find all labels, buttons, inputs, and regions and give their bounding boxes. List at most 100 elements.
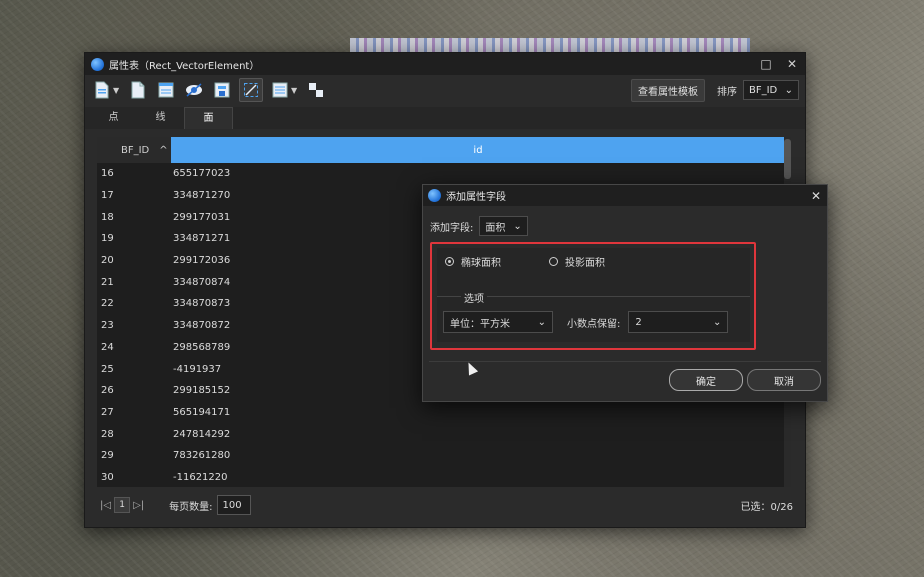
switch-button[interactable]: [305, 79, 327, 101]
scroll-thumb[interactable]: [784, 139, 791, 179]
cell-bf-id[interactable]: 17: [97, 190, 171, 201]
chevron-down-icon[interactable]: ▼: [291, 86, 299, 95]
cancel-button[interactable]: 取消: [747, 369, 821, 391]
add-field-label: 添加字段:: [430, 222, 474, 234]
table-icon: [158, 82, 174, 98]
cell-bf-id[interactable]: 25: [97, 364, 171, 375]
cell-bf-id[interactable]: 29: [97, 450, 171, 461]
view-template-button[interactable]: 查看属性模板: [631, 78, 705, 102]
cell-id[interactable]: 299172036: [171, 255, 230, 266]
field-type-value: 面积: [485, 222, 506, 234]
table-row[interactable]: 16 655177023: [97, 163, 785, 185]
decimal-select[interactable]: 2 ⌄: [628, 311, 729, 333]
table-row[interactable]: 29 783261280: [97, 445, 785, 467]
tab-point[interactable]: 点: [90, 107, 137, 129]
unit-value: 单位：平方米: [450, 318, 510, 330]
cell-id[interactable]: 334870874: [171, 277, 230, 288]
zoom-extent-icon: [244, 83, 258, 97]
sort-value: BF_ID: [749, 84, 778, 96]
table-row[interactable]: 27 565194171: [97, 402, 785, 424]
cell-id[interactable]: 783261280: [171, 450, 230, 461]
cell-id[interactable]: 334871270: [171, 190, 230, 201]
zoom-to-button[interactable]: [239, 78, 263, 102]
calculator-icon: [214, 82, 230, 98]
table-button[interactable]: [155, 79, 177, 101]
cell-bf-id[interactable]: 26: [97, 385, 171, 396]
per-page-label: 每页数量:: [169, 501, 213, 513]
cell-id[interactable]: 299185152: [171, 385, 230, 396]
options-title: 选项: [461, 290, 487, 305]
decimal-label: 小数点保留:: [567, 318, 621, 330]
close-icon[interactable]: ✕: [805, 189, 827, 203]
close-window-button[interactable]: ✕: [779, 53, 805, 75]
cell-bf-id[interactable]: 16: [97, 168, 171, 179]
select-button[interactable]: [269, 79, 291, 101]
cell-id[interactable]: 334871271: [171, 233, 230, 244]
cell-bf-id[interactable]: 27: [97, 407, 171, 418]
app-logo-icon: [91, 57, 104, 71]
sort-ascending-icon: ^: [159, 144, 168, 156]
app-logo-icon: [428, 189, 441, 202]
cell-bf-id[interactable]: 18: [97, 212, 171, 223]
chevron-down-icon: ⌄: [537, 316, 546, 328]
cell-bf-id[interactable]: 20: [97, 255, 171, 266]
pagination-footer: |◁ 1 ▷| 每页数量: 100 已选：0/26: [97, 493, 793, 517]
table-row[interactable]: 30 -11621220: [97, 467, 785, 487]
page-number[interactable]: 1: [114, 497, 131, 513]
cell-bf-id[interactable]: 28: [97, 429, 171, 440]
cell-id[interactable]: 299177031: [171, 212, 230, 223]
toolbar: ▼ ▼ 查看属性模板 排序 BF_ID ⌄: [85, 75, 805, 105]
add-field-button[interactable]: [91, 79, 113, 101]
cell-bf-id[interactable]: 23: [97, 320, 171, 331]
cell-id[interactable]: 334870872: [171, 320, 230, 331]
cell-bf-id[interactable]: 21: [97, 277, 171, 288]
last-page-icon[interactable]: ▷|: [133, 500, 144, 511]
cell-bf-id[interactable]: 22: [97, 298, 171, 309]
sort-select[interactable]: BF_ID ⌄: [743, 80, 799, 100]
visibility-button[interactable]: [183, 79, 205, 101]
divider: [429, 361, 821, 362]
dialog-title: 添加属性字段: [446, 192, 506, 203]
radio-projected[interactable]: [549, 257, 558, 266]
document-add-icon: [95, 81, 109, 99]
selected-count: 已选：0/26: [740, 501, 793, 513]
calculator-button[interactable]: [211, 79, 233, 101]
eye-icon: [186, 83, 202, 97]
tab-line[interactable]: 线: [137, 107, 184, 129]
tab-polygon[interactable]: 面: [184, 107, 233, 129]
window-titlebar[interactable]: 属性表（Rect_VectorElement） □ ✕: [85, 53, 805, 75]
column-header-bf-id[interactable]: BF_ID ^: [97, 137, 171, 163]
cell-id[interactable]: 565194171: [171, 407, 230, 418]
radio-ellipsoid[interactable]: [445, 257, 454, 266]
cell-id[interactable]: 655177023: [171, 168, 230, 179]
cell-bf-id[interactable]: 30: [97, 472, 171, 483]
field-type-select[interactable]: 面积 ⌄: [479, 216, 528, 236]
cell-id[interactable]: 334870873: [171, 298, 230, 309]
first-page-icon[interactable]: |◁: [100, 500, 111, 511]
window-title: 属性表（Rect_VectorElement）: [109, 60, 260, 72]
swap-icon: [309, 83, 323, 97]
cell-id[interactable]: -11621220: [171, 472, 228, 483]
cell-id[interactable]: 298568789: [171, 342, 230, 353]
options-group: 选项 单位：平方米 ⌄ 小数点保留: 2 ⌄: [437, 290, 750, 333]
radio-projected-label[interactable]: 投影面积: [565, 254, 605, 269]
chevron-down-icon: ⌄: [784, 84, 793, 96]
cell-bf-id[interactable]: 19: [97, 233, 171, 244]
table-row[interactable]: 28 247814292: [97, 423, 785, 445]
list-icon: [272, 82, 288, 98]
cell-id[interactable]: -4191937: [171, 364, 221, 375]
delete-field-button[interactable]: [127, 79, 149, 101]
unit-select[interactable]: 单位：平方米 ⌄: [443, 311, 553, 333]
ok-button[interactable]: 确定: [669, 369, 743, 391]
dialog-titlebar[interactable]: 添加属性字段 ✕: [423, 185, 827, 206]
chevron-down-icon[interactable]: ▼: [113, 86, 121, 95]
map-urban-area: [350, 38, 750, 52]
radio-ellipsoid-label[interactable]: 椭球面积: [461, 254, 501, 269]
column-header-id[interactable]: id: [171, 137, 785, 163]
maximize-button[interactable]: □: [753, 53, 779, 75]
per-page-input[interactable]: 100: [216, 495, 251, 515]
add-field-dialog: 添加属性字段 ✕ 添加字段: 面积 ⌄ 椭球面积 投影面积 选项 单位：平方米 …: [422, 184, 828, 402]
cell-bf-id[interactable]: 24: [97, 342, 171, 353]
cell-id[interactable]: 247814292: [171, 429, 230, 440]
document-icon: [131, 81, 145, 99]
